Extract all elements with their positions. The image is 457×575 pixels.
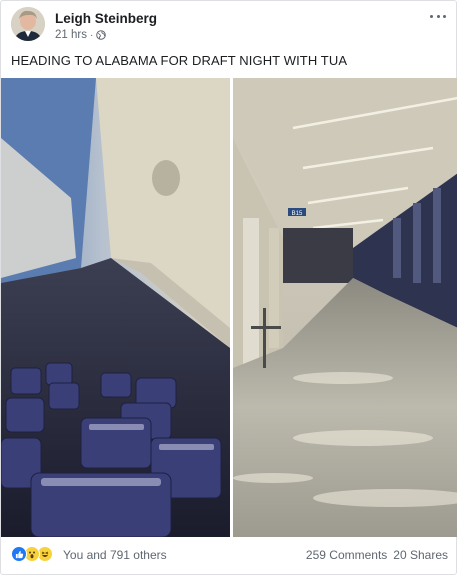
- author-avatar[interactable]: [11, 7, 45, 41]
- author-name[interactable]: Leigh Steinberg: [55, 11, 157, 26]
- globe-icon[interactable]: [96, 30, 107, 40]
- gate-sign-text: B15: [292, 211, 303, 217]
- more-options-icon[interactable]: [428, 9, 448, 23]
- shares-count[interactable]: 20 Shares: [393, 548, 448, 562]
- reactors-text[interactable]: You and 791 others: [63, 548, 167, 562]
- post-header: Leigh Steinberg 21 hrs ·: [11, 7, 448, 43]
- facebook-post: Leigh Steinberg 21 hrs · HEADING TO ALAB…: [0, 0, 457, 575]
- post-footer: You and 791 others 259 Comments 20 Share…: [11, 544, 448, 566]
- comments-count[interactable]: 259 Comments: [306, 548, 387, 562]
- airplane-cabin-image: [1, 78, 230, 537]
- meta-separator: ·: [89, 29, 94, 41]
- photo-airport-terminal[interactable]: B15: [233, 78, 457, 537]
- engagement-counts: 259 Comments 20 Shares: [306, 548, 448, 562]
- avatar-image: [11, 7, 45, 41]
- post-text: HEADING TO ALABAMA FOR DRAFT NIGHT WITH …: [11, 53, 348, 68]
- airport-terminal-image: B15: [233, 78, 457, 537]
- photo-airplane-cabin[interactable]: [1, 78, 230, 537]
- reaction-icons[interactable]: [11, 546, 53, 562]
- like-icon: [11, 546, 27, 562]
- photo-grid: B15: [1, 78, 457, 537]
- post-timestamp[interactable]: 21 hrs: [55, 29, 87, 41]
- post-meta: 21 hrs ·: [55, 29, 107, 41]
